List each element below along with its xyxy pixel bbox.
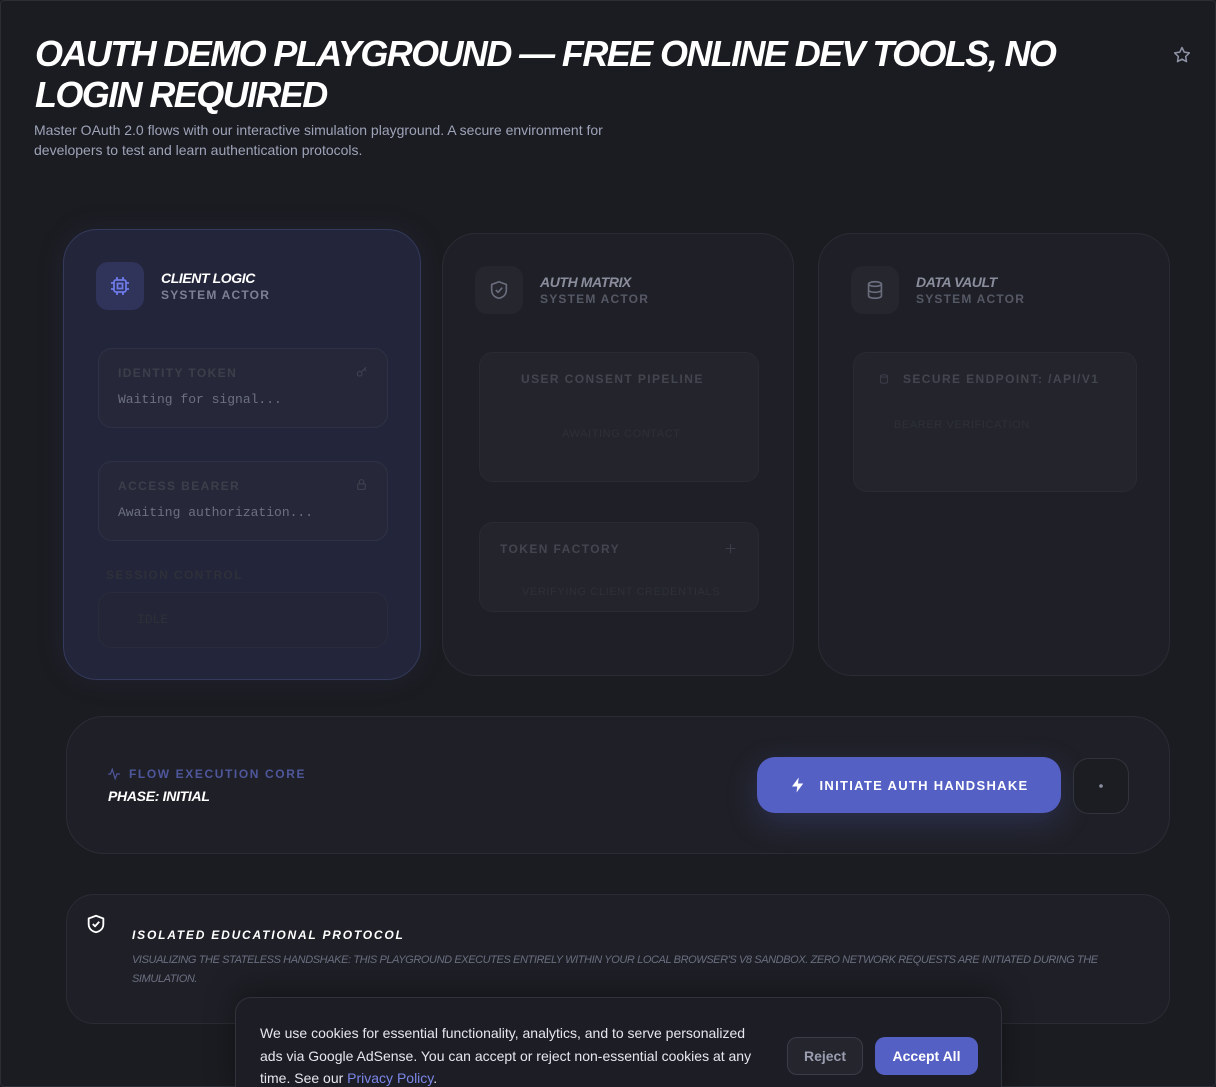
slot-value: AWAITING CONTACT [562,428,681,440]
actor-header: DATA VAULT SYSTEM ACTOR [851,266,1025,314]
reject-cookies-button[interactable]: Reject [787,1037,863,1075]
initiate-label: INITIATE AUTH HANDSHAKE [819,777,1029,793]
session-control-slot: IDLE [98,592,388,648]
cookie-text: We use cookies for essential functionali… [260,1025,752,1086]
actor-title: DATA VAULT [916,274,997,290]
actor-role: SYSTEM ACTOR [540,292,650,306]
sparkle-icon [725,543,736,554]
reset-icon [1099,784,1103,788]
actor-card-auth-matrix: AUTH MATRIX SYSTEM ACTOR USER CONSENT PI… [442,233,794,676]
page-title: OAUTH DEMO PLAYGROUND — FREE ONLINE DEV … [35,33,1057,115]
cpu-chip-icon [111,277,129,295]
slot-label: USER CONSENT PIPELINE [521,372,704,386]
slot-label: ACCESS BEARER [118,479,241,493]
database-small-icon [879,374,889,384]
lightning-icon [792,777,804,793]
reset-button[interactable] [1073,758,1129,814]
lock-icon [357,479,366,490]
slot-label: TOKEN FACTORY [500,542,620,556]
cookie-consent-banner: We use cookies for essential functionali… [235,997,1002,1087]
phase-status: PHASE: INITIAL [108,788,210,804]
flow-control-panel: FLOW EXECUTION CORE PHASE: INITIAL INITI… [66,716,1170,854]
actor-title: CLIENT LOGIC [161,270,255,286]
actor-title: AUTH MATRIX [540,274,631,290]
initiate-auth-button[interactable]: INITIATE AUTH HANDSHAKE [757,757,1061,813]
slot-value: BEARER VERIFICATION [894,419,1030,431]
session-control-label: SESSION CONTROL [106,568,244,582]
database-icon [867,280,883,300]
access-bearer-slot: ACCESS BEARER Awaiting authorization... [98,461,388,541]
actor-icon-box [475,266,523,314]
app-frame: OAUTH DEMO PLAYGROUND — FREE ONLINE DEV … [0,0,1216,1087]
slot-value: VERIFYING CLIENT CREDENTIALS [522,586,721,598]
actor-role: SYSTEM ACTOR [916,292,1026,306]
cookie-text-end: . [433,1070,438,1086]
key-icon [356,366,367,377]
slot-value: Waiting for signal... [118,392,282,407]
secure-endpoint-slot: SECURE ENDPOINT: /API/V1 BEARER VERIFICA… [853,352,1137,492]
actor-role: SYSTEM ACTOR [161,288,271,302]
shield-check-icon [490,280,508,300]
slot-label: IDENTITY TOKEN [118,366,238,380]
token-factory-slot: TOKEN FACTORY VERIFYING CLIENT CREDENTIA… [479,522,759,612]
accept-cookies-button[interactable]: Accept All [875,1037,978,1075]
actor-header: AUTH MATRIX SYSTEM ACTOR [475,266,649,314]
actor-icon-box [851,266,899,314]
core-label-text: FLOW EXECUTION CORE [129,767,307,781]
privacy-policy-link[interactable]: Privacy Policy [347,1070,433,1086]
activity-icon [108,767,120,781]
flow-core-label: FLOW EXECUTION CORE [107,767,306,781]
favorite-button[interactable] [1169,42,1195,68]
identity-token-slot: IDENTITY TOKEN Waiting for signal... [98,348,388,428]
star-icon [1173,46,1191,63]
notice-title: ISOLATED EDUCATIONAL PROTOCOL [132,928,405,942]
actor-icon-box [96,262,144,310]
cookie-message: We use cookies for essential functionali… [260,1022,770,1087]
shield-check-icon [87,914,105,934]
slot-value: Awaiting authorization... [118,505,314,520]
slot-label: SECURE ENDPOINT: /API/V1 [903,372,1100,386]
actor-card-client-logic: CLIENT LOGIC SYSTEM ACTOR IDENTITY TOKEN… [63,229,421,680]
page-subtitle: Master OAuth 2.0 flows with our interact… [34,122,603,158]
actor-card-data-vault: DATA VAULT SYSTEM ACTOR SECURE ENDPOINT:… [818,233,1170,676]
notice-text: VISUALIZING THE STATELESS HANDSHAKE: THI… [132,954,1098,985]
user-consent-slot: USER CONSENT PIPELINE AWAITING CONTACT [479,352,759,482]
actor-header: CLIENT LOGIC SYSTEM ACTOR [96,262,270,310]
session-status-value: IDLE [137,612,169,627]
